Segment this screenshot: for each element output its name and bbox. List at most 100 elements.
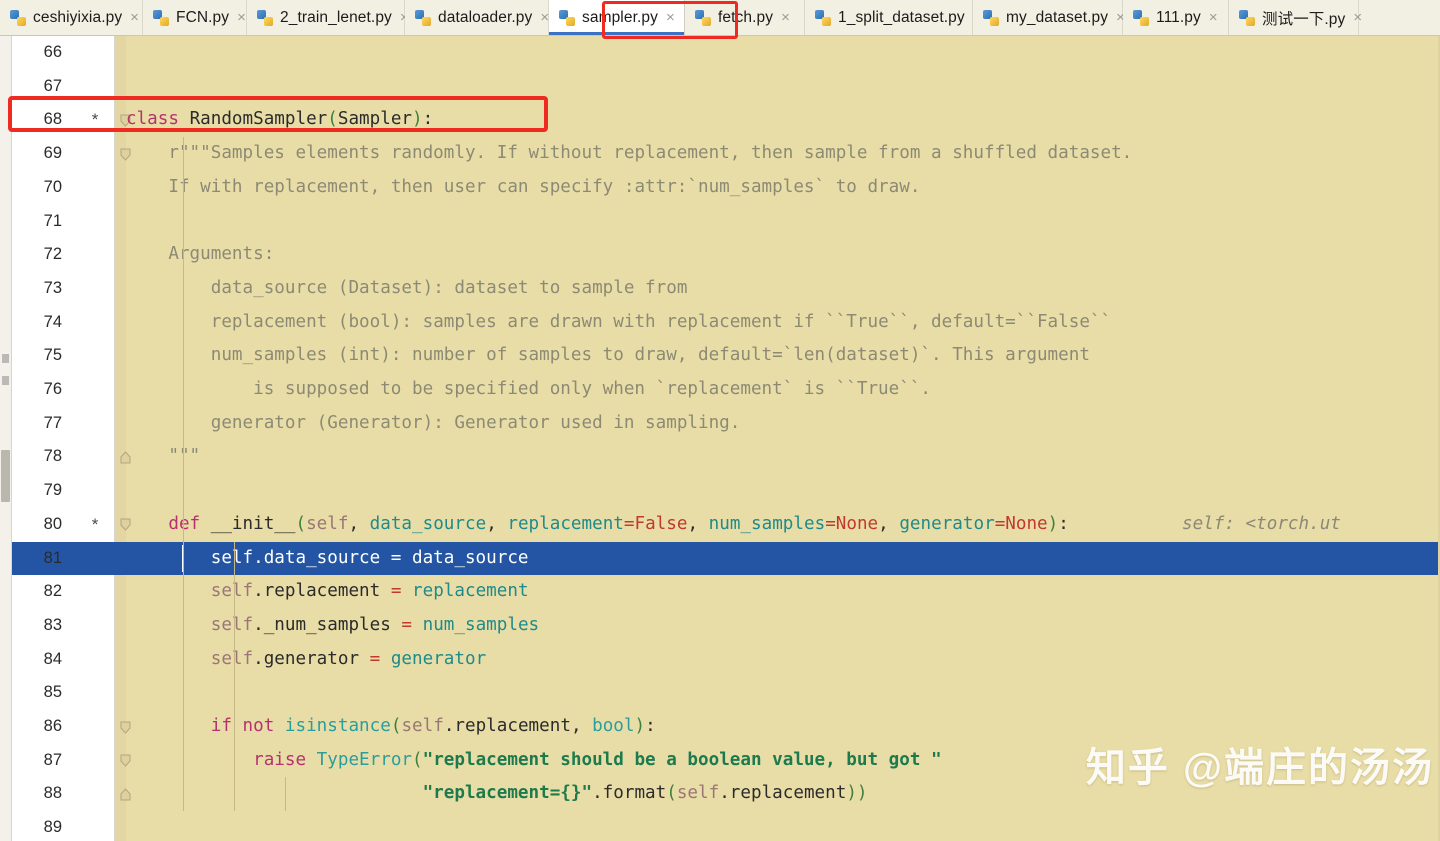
gutter-modified-marker[interactable]: * [84,508,106,542]
code-text: r"""Samples elements randomly. If withou… [168,143,1133,164]
line-number: 85 [43,683,62,702]
python-file-icon [983,8,999,26]
code-line-66[interactable]: 66 [12,36,1440,70]
inline-type-hint: self: <torch.ut [1182,513,1341,534]
code-line-70[interactable]: 70 If with replacement, then user can sp… [12,171,1440,205]
line-number: 80 [43,514,62,533]
python-file-icon [1133,8,1149,26]
editor-tab-label: dataloader.py [438,8,533,26]
code-line-74[interactable]: 74 replacement (bool): samples are drawn… [12,306,1440,340]
code-text: replacement (bool): samples are drawn wi… [210,311,1112,332]
code-text: """ [168,446,201,467]
code-text: Arguments: [168,244,275,265]
editor-tab-2_train_lenet-py[interactable]: 2_train_lenet.py× [247,0,409,35]
code-line-89[interactable]: 89 [12,811,1440,841]
code-line-85[interactable]: 85 [12,676,1440,710]
code-line-86[interactable]: 86 if not isinstance(self.replacement, b… [12,710,1440,744]
line-number: 81 [43,548,62,567]
code-line-69[interactable]: 69 r"""Samples elements randomly. If wit… [12,137,1440,171]
line-number: 72 [43,245,62,264]
line-number: 88 [43,784,62,803]
code-line-88[interactable]: 88 "replacement={}".format(self.replacem… [12,777,1440,811]
code-text: generator (Generator): Generator used in… [210,412,741,433]
code-line-77[interactable]: 77 generator (Generator): Generator used… [12,407,1440,441]
editor-tab-label: 111.py [1156,8,1201,26]
code-text: is supposed to be specified only when `r… [253,379,932,399]
code-line-73[interactable]: 73 data_source (Dataset): dataset to sam… [12,272,1440,306]
editor-tab-111-py[interactable]: 111.py × [1123,0,1229,35]
line-number: 70 [43,177,62,196]
editor-tab-label: 1_split_dataset.py [838,8,965,26]
editor-tab-ceshiyixia-py[interactable]: ceshiyixia.py × [0,0,143,35]
close-icon[interactable]: × [665,10,675,25]
python-file-icon [695,8,711,26]
code-line-71[interactable]: 71 [12,205,1440,239]
line-number: 83 [43,615,62,634]
editor-tab-label: my_dataset.py [1006,8,1109,26]
code-editor[interactable]: 66 67 68 * class RandomSampler(Sampler): 69 r… [12,36,1440,841]
code-line-87[interactable]: 87 raise TypeError("replacement should b… [12,744,1440,778]
editor-tab-测试一下-py[interactable]: 测试一下.py × [1229,0,1362,35]
left-strip-marker [2,354,9,363]
line-number: 71 [43,211,62,230]
line-number: 69 [43,144,62,163]
code-text: self.replacement = replacement [210,581,529,602]
code-line-80[interactable]: 80 * def __init__(self, data_source, repl… [12,508,1440,542]
code-text: if not isinstance(self.replacement, bool… [210,716,656,736]
editor-tab-label: 测试一下.py [1262,10,1346,28]
close-icon[interactable]: × [129,10,139,25]
editor-tab-dataloader-py[interactable]: dataloader.py × [405,0,549,35]
editor-tab-FCN-py[interactable]: FCN.py × [143,0,247,35]
close-icon[interactable]: × [1352,10,1362,25]
editor-tab-label: ceshiyixia.py [33,8,123,26]
line-number: 68 [43,110,62,129]
code-line-75[interactable]: 75 num_samples (int): number of samples … [12,339,1440,373]
line-number: 87 [43,750,62,769]
python-file-icon [415,8,431,26]
code-line-81[interactable]: 81 self.data_source = data_source [12,541,1440,576]
code-text: num_samples (int): number of samples to … [210,345,1090,366]
editor-tab-my_dataset-py[interactable]: my_dataset.py × [973,0,1125,35]
line-number: 73 [43,278,62,297]
code-line-79[interactable]: 79 [12,474,1440,508]
left-tool-strip[interactable] [0,36,12,841]
close-icon[interactable]: × [1208,10,1218,25]
line-number: 76 [43,380,62,398]
editor-tab-sampler-py[interactable]: sampler.py × [549,0,685,35]
line-number: 89 [43,818,62,837]
gutter-modified-marker[interactable]: * [84,103,106,137]
close-icon[interactable]: × [780,10,790,25]
editor-tab-1_split_dataset-py[interactable]: 1_split_dataset.py× [805,0,982,35]
code-line-83[interactable]: 83 self._num_samples = num_samples [12,609,1440,643]
code-text: If with replacement, then user can speci… [168,176,921,197]
code-line-76[interactable]: 76 is supposed to be specified only when… [12,373,1440,407]
line-number: 75 [43,346,62,365]
line-number: 77 [43,413,62,432]
editor-tab-fetch-py[interactable]: fetch.py × [685,0,805,35]
code-line-82[interactable]: 82 self.replacement = replacement [12,575,1440,609]
python-file-icon [1239,8,1255,26]
python-file-icon [153,8,169,26]
code-line-67[interactable]: 67 [12,70,1440,104]
python-file-icon [559,8,575,26]
editor-tab-label: fetch.py [718,8,774,26]
left-strip-marker [2,376,9,385]
code-line-68[interactable]: 68 * class RandomSampler(Sampler): [12,103,1440,137]
editor-tab-bar: ceshiyixia.py×FCN.py×2_train_lenet.py×da… [0,0,1440,36]
indent-guide [183,137,184,812]
code-line-72[interactable]: 72 Arguments: [12,238,1440,272]
close-icon[interactable]: × [539,10,549,25]
code-line-84[interactable]: 84 self.generator = generator [12,643,1440,677]
code-line-78[interactable]: 78 """ [12,440,1440,474]
line-number: 78 [43,447,62,466]
line-number: 84 [43,649,62,668]
indent-guide [234,541,235,812]
close-icon[interactable]: × [236,10,246,25]
code-text: data_source (Dataset): dataset to sample… [210,277,688,298]
indent-guide [285,777,286,812]
left-strip-scroll-thumb[interactable] [1,450,10,502]
editor-tab-label: FCN.py [176,8,230,26]
line-number: 79 [43,481,62,500]
code-text: self._num_samples = num_samples [210,614,540,635]
code-text: def __init__(self, data_source, replacem… [168,513,1069,534]
